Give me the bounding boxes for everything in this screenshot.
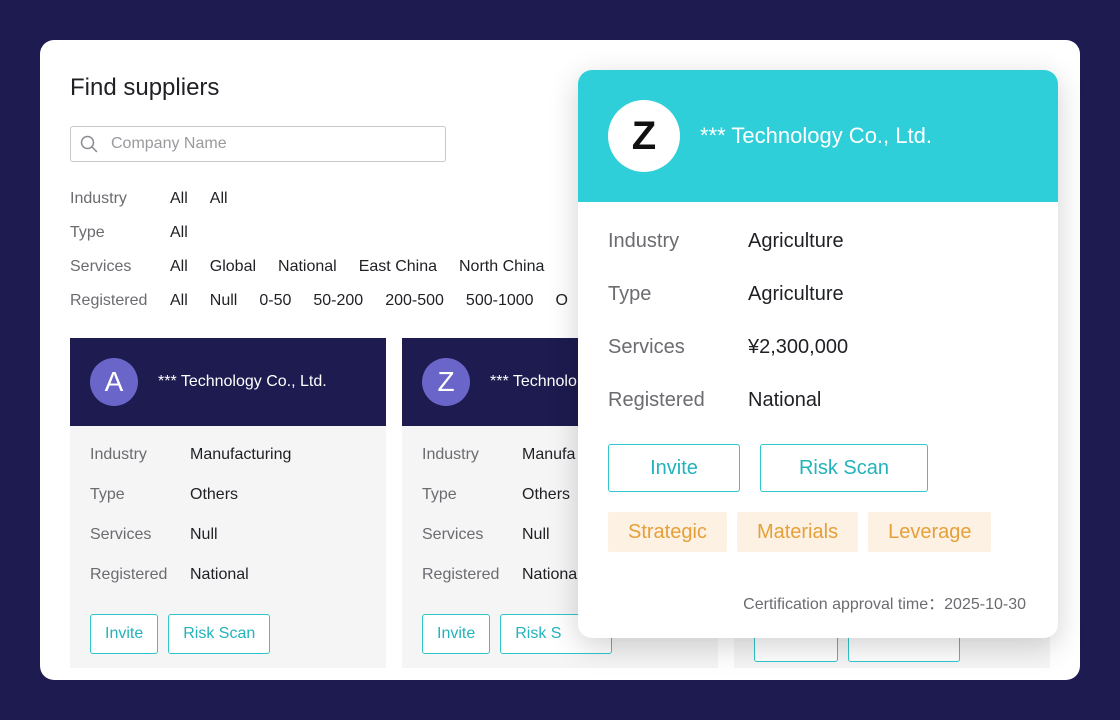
field-value: ¥2,300,000 (748, 336, 849, 358)
field-value: National (748, 389, 822, 411)
field-value: Manufa (522, 446, 576, 463)
field-label: Type (608, 283, 652, 305)
filter-label: Industry (70, 190, 127, 207)
tag: Materials (736, 512, 859, 552)
field-label: Registered (608, 389, 705, 411)
invite-button[interactable]: Invite (90, 614, 159, 654)
filter-label: Type (70, 224, 105, 241)
tag: Leverage (868, 512, 992, 552)
filter-row-services: Services All Global National East China … (70, 250, 590, 284)
field-label: Industry (422, 446, 479, 463)
field-label: Industry (90, 446, 147, 463)
field-value: Nationa (522, 566, 578, 583)
field-value: Agriculture (748, 283, 844, 305)
cert-date: 2025-10-30 (944, 596, 1026, 613)
field-value: Others (190, 486, 239, 503)
avatar: Z (608, 100, 680, 172)
filter-option[interactable]: 0-50 (259, 292, 291, 310)
field-value: Agriculture (748, 230, 844, 252)
filter-option[interactable]: 50-200 (313, 292, 363, 310)
filter-option[interactable]: 200-500 (385, 292, 444, 310)
filter-row-type: Type All (70, 216, 590, 250)
popup-body: Industry Agriculture Type Agriculture Se… (578, 202, 1058, 614)
filter-label: Registered (70, 292, 148, 309)
field-row: Industry Manufacturing (90, 446, 366, 486)
field-value: Null (522, 526, 550, 543)
filter-option[interactable]: Global (210, 258, 256, 276)
field-value: National (190, 566, 249, 583)
risk-scan-button[interactable]: Risk Scan (168, 614, 271, 654)
avatar: A (90, 358, 138, 406)
avatar: Z (422, 358, 470, 406)
search-icon (80, 134, 100, 154)
search-input[interactable] (111, 135, 445, 153)
certification-time: Certification approval time：2025-10-30 (608, 590, 1028, 614)
field-label: Registered (90, 566, 168, 583)
filter-option[interactable]: North China (459, 258, 544, 276)
filter-row-registered: Registered All Null 0-50 50-200 200-500 … (70, 284, 590, 318)
filter-option[interactable]: Null (210, 292, 238, 310)
filter-option[interactable]: East China (359, 258, 437, 276)
card-body: Industry Manufacturing Type Others Servi… (70, 426, 386, 654)
supplier-detail-popup: Z *** Technology Co., Ltd. Industry Agri… (578, 70, 1058, 638)
page-title: Find suppliers (70, 74, 220, 101)
field-row: Industry Agriculture (608, 230, 1028, 283)
filter-option[interactable]: 500-1000 (466, 292, 534, 310)
filter-row-industry: Industry All All (70, 182, 590, 216)
supplier-card[interactable]: A *** Technology Co., Ltd. Industry Manu… (70, 338, 386, 668)
field-label: Services (608, 336, 685, 358)
field-row: Registered National (90, 566, 366, 606)
filter-option[interactable]: All (170, 224, 188, 242)
field-row: Type Others (90, 486, 366, 526)
filter-option[interactable]: All (210, 190, 228, 208)
field-row: Services Null (90, 526, 366, 566)
card-header: A *** Technology Co., Ltd. (70, 338, 386, 426)
invite-button[interactable]: Invite (608, 444, 740, 492)
field-value: Null (190, 526, 218, 543)
field-value: Manufacturing (190, 446, 292, 463)
filter-option[interactable]: All (170, 190, 188, 208)
filter-option[interactable]: All (170, 258, 188, 276)
invite-button[interactable]: Invite (422, 614, 491, 654)
field-label: Type (422, 486, 457, 503)
risk-scan-button[interactable]: Risk Scan (760, 444, 928, 492)
field-label: Services (90, 526, 152, 543)
popup-actions: Invite Risk Scan (608, 444, 1028, 492)
filter-option[interactable]: All (170, 292, 188, 310)
filter-option[interactable]: National (278, 258, 337, 276)
card-actions: Invite Risk Scan (90, 614, 366, 654)
filter-label: Services (70, 258, 132, 275)
cert-label: Certification approval time： (743, 596, 945, 613)
popup-header: Z *** Technology Co., Ltd. (578, 70, 1058, 202)
tag-list: Strategic Materials Leverage (608, 512, 1028, 552)
search-box[interactable] (70, 126, 446, 162)
tag: Strategic (608, 512, 727, 552)
company-name: *** Technology Co., Ltd. (700, 123, 932, 148)
field-label: Industry (608, 230, 680, 252)
filter-option[interactable]: O (556, 292, 568, 310)
company-name: *** Technolo (490, 373, 577, 390)
company-name: *** Technology Co., Ltd. (158, 373, 327, 390)
field-row: Services ¥2,300,000 (608, 336, 1028, 389)
field-row: Type Agriculture (608, 283, 1028, 336)
field-row: Registered National (608, 389, 1028, 442)
field-value: Others (522, 486, 571, 503)
field-label: Registered (422, 566, 500, 583)
filter-panel: Industry All All Type All Services All G… (70, 182, 590, 318)
field-label: Services (422, 526, 484, 543)
field-label: Type (90, 486, 125, 503)
